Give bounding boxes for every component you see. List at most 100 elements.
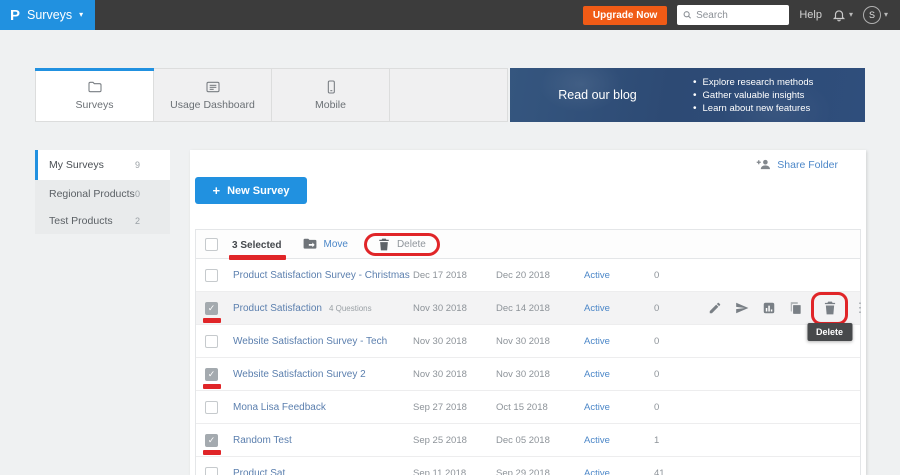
- main-area: My Surveys 9 Regional Products 0 Test Pr…: [35, 150, 900, 475]
- survey-name-link[interactable]: Website Satisfaction Survey - Tech: [233, 336, 387, 347]
- surveys-panel: Share Folder + New Survey 3 Selected Mov…: [190, 150, 866, 475]
- bar-chart-icon: [762, 301, 776, 315]
- trash-icon: [378, 238, 390, 251]
- selected-count-label: 3 Selected: [232, 240, 281, 251]
- survey-row: Product Satisfaction Survey - Christmas …: [196, 259, 860, 292]
- banner-bullet-list: Explore research methodsGather valuable …: [693, 76, 813, 115]
- search-icon: [683, 10, 692, 20]
- row-checkbox[interactable]: [205, 467, 218, 475]
- search-input[interactable]: [696, 10, 783, 21]
- folder-label: Regional Products: [49, 188, 135, 200]
- tab-label: Surveys: [76, 99, 114, 111]
- tab-mobile[interactable]: Mobile: [272, 69, 390, 121]
- end-date: Dec 05 2018: [496, 435, 584, 446]
- response-count: 0: [654, 402, 701, 413]
- new-survey-button[interactable]: + New Survey: [195, 177, 307, 204]
- survey-name-cell: Product Satisfaction 4 Questions: [233, 303, 413, 314]
- survey-name-link[interactable]: Product Sat: [233, 468, 285, 475]
- sidebar-folder-item[interactable]: My Surveys 9: [35, 150, 170, 180]
- search-box[interactable]: [677, 5, 789, 25]
- status-link[interactable]: Active: [584, 270, 654, 281]
- annotation-underline: [203, 450, 221, 455]
- row-checkbox[interactable]: [205, 335, 218, 348]
- new-survey-label: New Survey: [227, 185, 289, 197]
- row-checkbox[interactable]: ✓: [205, 302, 218, 315]
- mobile-icon: [323, 79, 339, 95]
- help-link[interactable]: Help: [799, 9, 822, 21]
- move-folder-icon: [303, 238, 317, 250]
- edit-button[interactable]: [701, 295, 728, 322]
- start-date: Sep 11 2018: [413, 468, 496, 475]
- folder-sidebar: My Surveys 9 Regional Products 0 Test Pr…: [35, 150, 170, 234]
- chevron-down-icon: ▾: [79, 11, 83, 19]
- notifications-button[interactable]: ▾: [832, 8, 853, 22]
- row-checkbox[interactable]: [205, 269, 218, 282]
- tab-label: Mobile: [315, 99, 346, 111]
- dashboard-icon: [205, 79, 221, 95]
- survey-name-link[interactable]: Mona Lisa Feedback: [233, 402, 326, 413]
- folder-count: 9: [135, 160, 140, 170]
- move-button[interactable]: Move: [303, 238, 347, 250]
- tabs-row: Surveys Usage Dashboard Mobile Read our …: [35, 68, 900, 122]
- sidebar-folder-item[interactable]: Regional Products 0: [35, 180, 170, 207]
- row-checkbox[interactable]: [205, 401, 218, 414]
- survey-row: Website Satisfaction Survey - Tech Nov 3…: [196, 325, 860, 358]
- row-checkbox-wrap: [205, 335, 218, 348]
- survey-rows: Product Satisfaction Survey - Christmas …: [196, 259, 860, 475]
- tab-surveys[interactable]: Surveys: [36, 69, 154, 121]
- folder-label: Test Products: [49, 215, 135, 227]
- share-folder-button[interactable]: Share Folder: [755, 158, 838, 171]
- response-count: 0: [654, 336, 701, 347]
- end-date: Dec 14 2018: [496, 303, 584, 314]
- app-logo: P: [10, 8, 20, 23]
- survey-name-link[interactable]: Random Test: [233, 435, 292, 446]
- copy-button[interactable]: [782, 295, 809, 322]
- survey-name-cell: Product Sat: [233, 468, 413, 475]
- share-folder-label: Share Folder: [777, 159, 838, 171]
- delete-label: Delete: [397, 239, 426, 250]
- more-options-button[interactable]: ⋮: [850, 300, 870, 316]
- move-label: Move: [323, 239, 347, 250]
- row-checkbox[interactable]: ✓: [205, 368, 218, 381]
- product-menu[interactable]: P Surveys ▾: [0, 0, 95, 30]
- status-link[interactable]: Active: [584, 435, 654, 446]
- survey-name-cell: Mona Lisa Feedback: [233, 402, 413, 413]
- bell-icon: [832, 8, 846, 22]
- plus-icon: +: [213, 183, 221, 198]
- row-delete-button[interactable]: [816, 295, 843, 322]
- row-checkbox-wrap: [205, 401, 218, 414]
- blog-banner[interactable]: Read our blog Explore research methodsGa…: [510, 68, 865, 122]
- banner-bullet: Explore research methods: [693, 76, 813, 89]
- status-link[interactable]: Active: [584, 303, 654, 314]
- account-menu[interactable]: S ▾: [863, 6, 888, 24]
- send-button[interactable]: [728, 295, 755, 322]
- select-all-checkbox[interactable]: [205, 238, 218, 251]
- survey-name-link[interactable]: Product Satisfaction: [233, 303, 322, 314]
- start-date: Nov 30 2018: [413, 336, 496, 347]
- topbar-right: Upgrade Now Help ▾ S ▾: [583, 5, 900, 25]
- status-link[interactable]: Active: [584, 402, 654, 413]
- tab-label: Usage Dashboard: [170, 99, 255, 111]
- start-date: Nov 30 2018: [413, 369, 496, 380]
- trash-icon: [823, 301, 837, 315]
- reports-button[interactable]: [755, 295, 782, 322]
- sidebar-folder-item[interactable]: Test Products 2: [35, 207, 170, 234]
- upgrade-now-button[interactable]: Upgrade Now: [583, 6, 667, 25]
- status-link[interactable]: Active: [584, 369, 654, 380]
- survey-name-link[interactable]: Product Satisfaction Survey - Christmas …: [233, 270, 413, 281]
- survey-name-link[interactable]: Website Satisfaction Survey 2: [233, 369, 366, 380]
- survey-name-cell: Random Test: [233, 435, 413, 446]
- survey-row: ✓ Random Test Sep 25 2018 Dec 05 2018 Ac…: [196, 424, 860, 457]
- tab-usage-dashboard[interactable]: Usage Dashboard: [154, 69, 272, 121]
- row-checkbox[interactable]: ✓: [205, 434, 218, 447]
- survey-name-cell: Website Satisfaction Survey 2: [233, 369, 413, 380]
- copy-icon: [789, 301, 803, 315]
- survey-table: 3 Selected Move Delete Prod: [195, 229, 861, 475]
- delete-button[interactable]: Delete: [378, 238, 426, 251]
- row-checkbox-wrap: ✓: [205, 302, 218, 315]
- status-link[interactable]: Active: [584, 336, 654, 347]
- status-link[interactable]: Active: [584, 468, 654, 475]
- survey-row: ✓ Website Satisfaction Survey 2 Nov 30 2…: [196, 358, 860, 391]
- survey-name-cell: Product Satisfaction Survey - Christmas …: [233, 270, 413, 281]
- end-date: Nov 30 2018: [496, 336, 584, 347]
